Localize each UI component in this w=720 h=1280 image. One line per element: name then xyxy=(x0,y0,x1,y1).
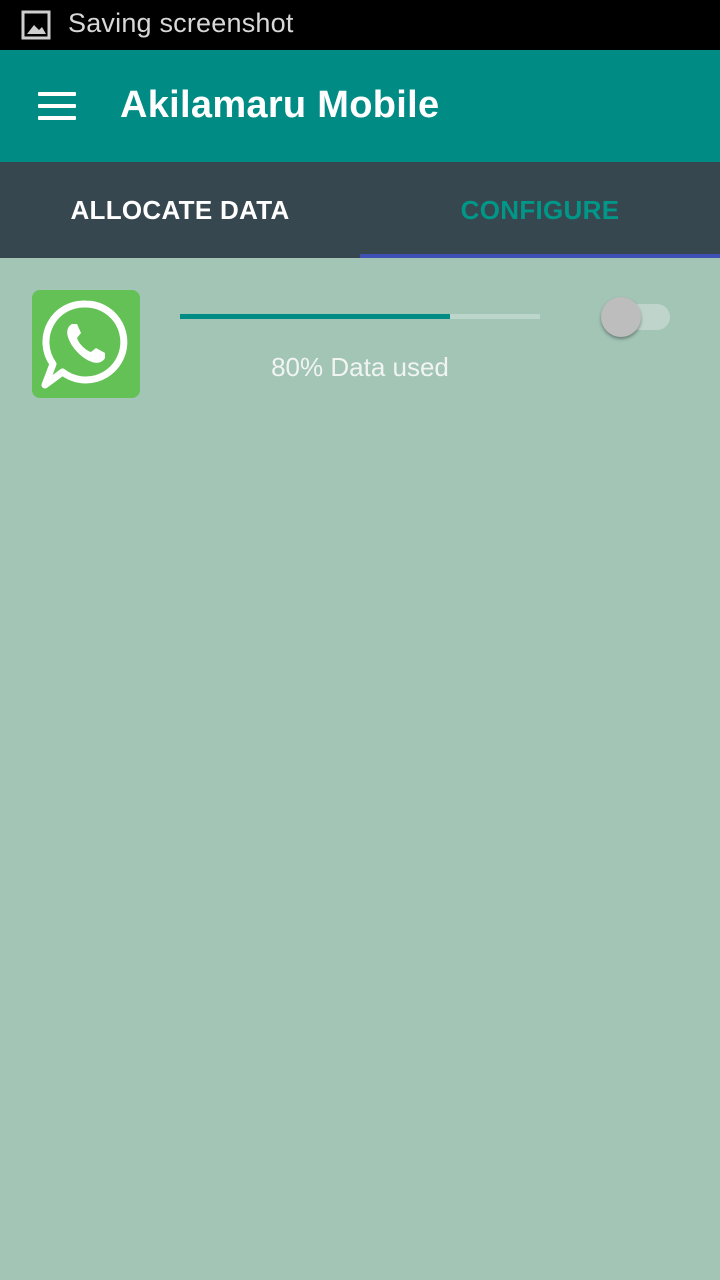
data-usage-progress-bar xyxy=(180,314,540,319)
status-text: Saving screenshot xyxy=(68,8,294,38)
image-icon xyxy=(21,10,51,40)
app-title: Akilamaru Mobile xyxy=(120,84,440,126)
data-toggle-switch[interactable] xyxy=(600,296,672,338)
tab-configure[interactable]: CONFIGURE xyxy=(360,162,720,258)
app-screen: Saving screenshot Akilamaru Mobile ALLOC… xyxy=(0,0,720,1280)
app-bar: Akilamaru Mobile xyxy=(0,50,720,162)
data-usage-progress-fill xyxy=(180,314,450,319)
toggle-thumb xyxy=(601,297,641,337)
tab-bar: ALLOCATE DATA CONFIGURE xyxy=(0,162,720,258)
data-usage-label: 80% Data used xyxy=(271,352,449,382)
whatsapp-icon xyxy=(32,290,140,398)
status-bar: Saving screenshot xyxy=(0,0,720,50)
hamburger-menu-icon[interactable] xyxy=(28,80,84,132)
tab-allocate-data[interactable]: ALLOCATE DATA xyxy=(0,162,360,258)
tab-indicator xyxy=(360,254,720,258)
